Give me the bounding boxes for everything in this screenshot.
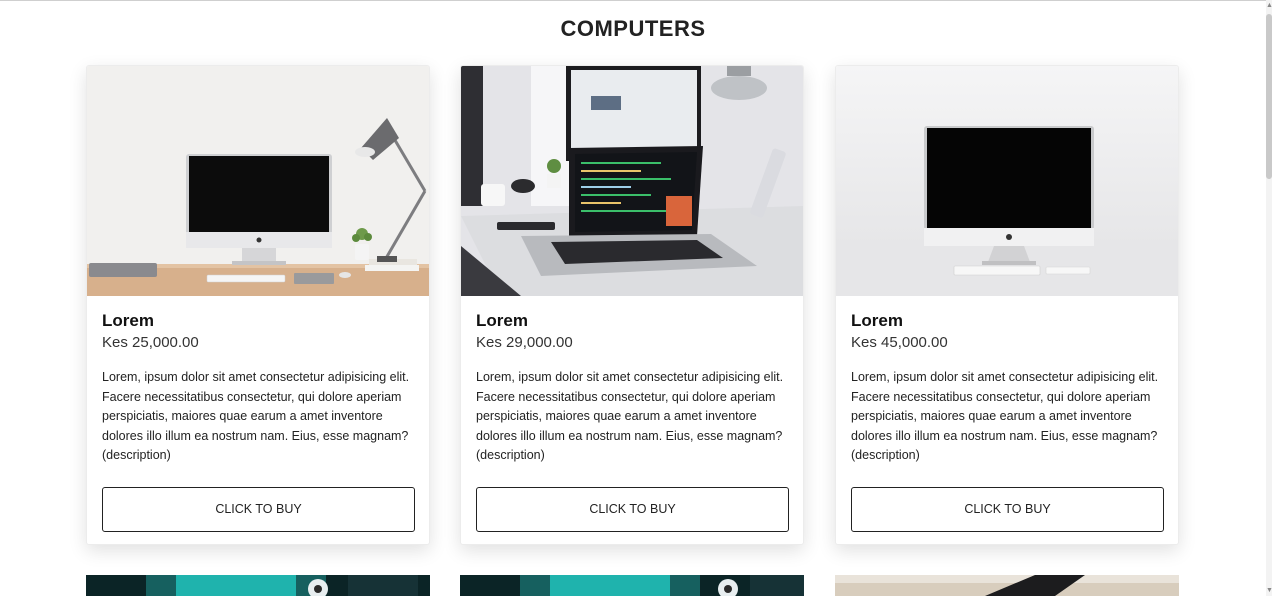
scrollbar-thumb[interactable] [1266, 14, 1272, 179]
product-price: Kes 25,000.00 [102, 334, 199, 351]
click-to-buy-button[interactable]: CLICK TO BUY [851, 487, 1164, 532]
product-price: Kes 29,000.00 [476, 334, 573, 351]
product-name: Lorem [102, 311, 154, 330]
next-product-image[interactable] [460, 575, 804, 596]
scrollbar[interactable]: ▲ ▼ [1266, 0, 1272, 596]
product-description: Lorem, ipsum dolor sit amet consectetur … [102, 370, 410, 462]
product-description: Lorem, ipsum dolor sit amet consectetur … [476, 370, 784, 462]
top-border [0, 0, 1272, 1]
product-card: Lorem Kes 45,000.00 Lorem, ipsum dolor s… [835, 65, 1179, 545]
page-title: COMPUTERS [560, 16, 706, 41]
product-image-imac-desk[interactable] [87, 66, 429, 296]
product-name: Lorem [476, 311, 528, 330]
product-name: Lorem [851, 311, 903, 330]
scroll-down-icon[interactable]: ▼ [1266, 587, 1272, 594]
product-image-imac-white[interactable] [836, 66, 1178, 296]
click-to-buy-button[interactable]: CLICK TO BUY [102, 487, 415, 532]
product-card: Lorem Kes 29,000.00 Lorem, ipsum dolor s… [460, 65, 804, 545]
product-card: Lorem Kes 25,000.00 Lorem, ipsum dolor s… [86, 65, 430, 545]
product-image-laptop-desk[interactable] [461, 66, 803, 296]
scroll-up-icon[interactable]: ▲ [1266, 2, 1272, 9]
product-description: Lorem, ipsum dolor sit amet consectetur … [851, 370, 1159, 462]
click-to-buy-button[interactable]: CLICK TO BUY [476, 487, 789, 532]
next-product-image[interactable] [86, 575, 430, 596]
product-price: Kes 45,000.00 [851, 334, 948, 351]
next-product-image[interactable] [835, 575, 1179, 596]
